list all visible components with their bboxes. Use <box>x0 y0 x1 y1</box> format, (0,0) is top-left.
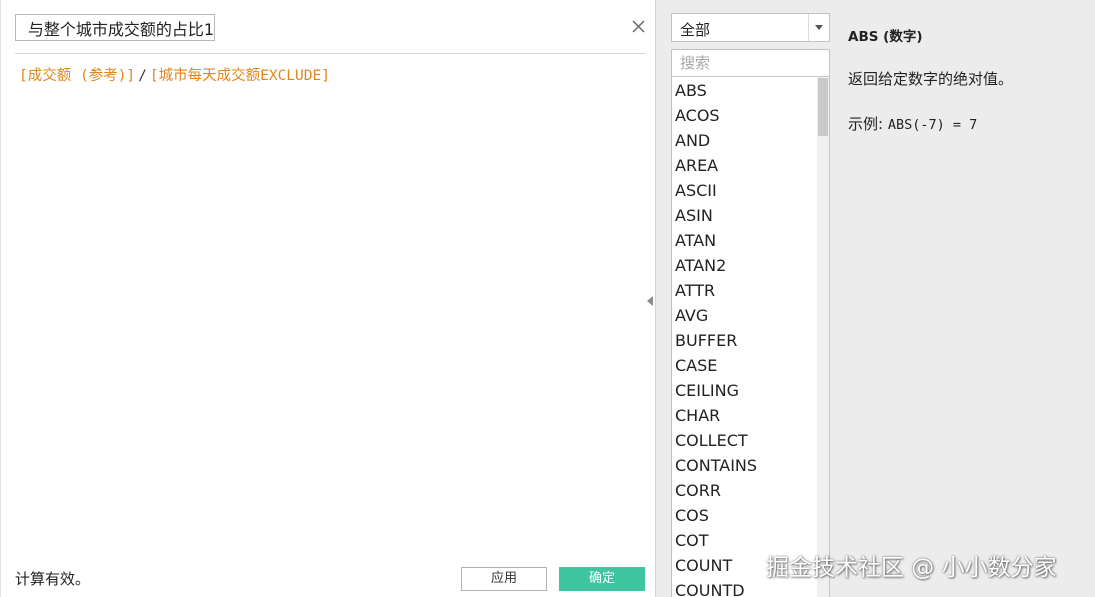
function-list-item[interactable]: ATAN2 <box>672 253 818 278</box>
function-list-item[interactable]: COS <box>672 503 818 528</box>
dropdown-button[interactable] <box>808 14 829 41</box>
validation-status: 计算有效。 <box>15 570 91 588</box>
function-help-description: 返回给定数字的绝对值。 <box>848 70 1014 88</box>
function-list-item[interactable]: CORR <box>672 478 818 503</box>
function-list-item[interactable]: CEILING <box>672 378 818 403</box>
function-list-item[interactable]: ASIN <box>672 203 818 228</box>
close-icon <box>632 20 645 33</box>
panel-splitter[interactable] <box>655 0 663 597</box>
apply-button[interactable]: 应用 <box>461 567 547 591</box>
category-selected-value: 全部 <box>680 21 711 39</box>
function-list-item[interactable]: AVG <box>672 303 818 328</box>
function-category-select[interactable]: 全部 <box>671 13 830 42</box>
function-list-item[interactable]: ATAN <box>672 228 818 253</box>
scrollbar-thumb[interactable] <box>818 78 828 136</box>
function-help-title: ABS (数字) <box>848 29 923 45</box>
formula-field[interactable]: [成交额 (参考)] <box>19 68 135 84</box>
calculation-name-input[interactable] <box>15 14 215 41</box>
collapse-arrow-icon[interactable] <box>647 296 653 306</box>
function-list-scrollbar[interactable] <box>817 77 829 597</box>
formula-operator: / <box>138 68 147 84</box>
function-list-item[interactable]: ACOS <box>672 103 818 128</box>
function-list-item[interactable]: BUFFER <box>672 328 818 353</box>
function-list-item[interactable]: CASE <box>672 353 818 378</box>
function-list-item[interactable]: ABS <box>672 78 818 103</box>
function-list-item[interactable]: CHAR <box>672 403 818 428</box>
formula-field[interactable]: [城市每天成交额EXCLUDE] <box>150 68 330 84</box>
formula-editor[interactable]: [成交额 (参考)] / [城市每天成交额EXCLUDE] <box>19 66 330 86</box>
chevron-down-icon <box>815 25 823 30</box>
function-list-item[interactable]: ATTR <box>672 278 818 303</box>
function-list-item[interactable]: AND <box>672 128 818 153</box>
watermark: 掘金技术社区 @ 小小数分家 <box>766 555 1057 581</box>
function-list: ABS ACOS AND AREA ASCII ASIN ATAN ATAN2 ATTR AVG B… <box>671 77 830 597</box>
example-code: ABS(-7) = 7 <box>887 117 978 133</box>
function-list-items: ABS ACOS AND AREA ASCII ASIN ATAN ATAN2 ATTR AVG B… <box>672 78 818 597</box>
function-search-input[interactable] <box>671 49 830 77</box>
example-label: 示例: <box>848 115 884 133</box>
close-button[interactable] <box>629 17 649 37</box>
header-divider <box>15 53 645 54</box>
function-list-item[interactable]: COLLECT <box>672 428 818 453</box>
calculation-editor-window: [成交额 (参考)]/[城市每天成交额EXCLUDE] 计算有效。 应用 确定 … <box>0 0 1095 597</box>
function-help-example: 示例: ABS(-7) = 7 <box>848 113 977 134</box>
function-list-item[interactable]: ASCII <box>672 178 818 203</box>
calculation-editor: [成交额 (参考)]/[城市每天成交额EXCLUDE] 计算有效。 应用 确定 <box>0 0 655 597</box>
function-list-item[interactable]: CONTAINS <box>672 453 818 478</box>
function-list-item[interactable]: AREA <box>672 153 818 178</box>
ok-button[interactable]: 确定 <box>559 567 645 591</box>
